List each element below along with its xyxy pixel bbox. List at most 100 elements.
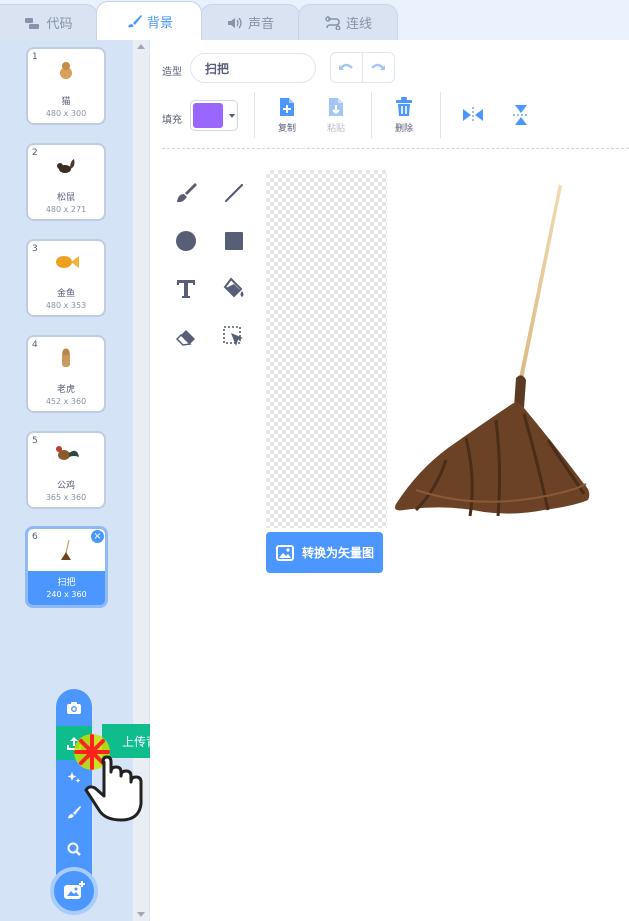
- backdrop-number: 1: [32, 52, 38, 62]
- add-backdrop-icon: [64, 881, 85, 899]
- backdrop-thumbnail: [50, 539, 82, 561]
- line-tool[interactable]: [220, 179, 248, 207]
- paste-button[interactable]: 粘贴: [316, 96, 356, 134]
- fill-color-swatch: [193, 103, 223, 128]
- backdrop-number: 5: [32, 436, 38, 446]
- tab-code[interactable]: 代码: [0, 4, 98, 40]
- tab-code-label: 代码: [46, 17, 73, 32]
- flip-vertical-icon: [513, 105, 529, 125]
- chevron-down-icon: [229, 114, 235, 118]
- backdrop-number: 3: [32, 244, 38, 254]
- scroll-down-arrow-icon[interactable]: [137, 912, 145, 917]
- backdrop-item-6[interactable]: 6 × 扫把 240 x 360: [25, 526, 108, 608]
- backdrop-name: 公鸡: [56, 481, 75, 491]
- eraser-tool[interactable]: [172, 323, 200, 351]
- rectangle-icon: [225, 232, 243, 250]
- delete-label: 删除: [394, 124, 413, 134]
- redo-icon: [371, 63, 386, 70]
- brush-icon: [127, 15, 142, 28]
- flip-horizontal-icon: [463, 107, 483, 123]
- link-icon: [325, 15, 341, 30]
- backdrop-item-4[interactable]: 4 老虎 452 x 360: [26, 335, 106, 413]
- text-icon: [177, 280, 195, 298]
- backdrop-number: 4: [32, 340, 38, 350]
- flip-vertical-button[interactable]: [501, 104, 541, 126]
- backdrop-thumbnail: [50, 443, 82, 465]
- backdrop-item-2[interactable]: 2 松鼠 480 x 271: [26, 143, 106, 221]
- scratch-editor: 代码 声音 连线 背景 1 猫 480 x 300 2 松鼠 480 x 271…: [0, 0, 629, 921]
- choose-backdrop-button[interactable]: [50, 867, 98, 915]
- fill-bucket-icon: [223, 277, 244, 298]
- brush-icon: [177, 183, 197, 203]
- line-icon: [224, 183, 244, 203]
- backdrop-thumbnail: [50, 59, 82, 81]
- circle-tool[interactable]: [172, 227, 200, 255]
- camera-button[interactable]: [56, 691, 92, 725]
- copy-icon: [280, 98, 294, 116]
- backdrop-size: 365 x 360: [45, 493, 87, 502]
- backdrop-number: 2: [32, 148, 38, 158]
- tab-sounds[interactable]: 声音: [200, 4, 300, 40]
- backdrop-number: 6: [32, 532, 38, 542]
- rectangle-tool[interactable]: [220, 227, 248, 255]
- backdrop-size: 480 x 271: [45, 205, 87, 214]
- convert-label: 转换为矢量图: [302, 546, 375, 560]
- backdrop-size: 452 x 360: [45, 397, 87, 406]
- paint-editor: 造型 扫把 填充 复制 粘贴 删除 转换为矢量图: [150, 40, 629, 921]
- image-icon: [276, 544, 294, 561]
- backdrop-item-5[interactable]: 5 公鸡 365 x 360: [26, 431, 106, 509]
- tab-sounds-label: 声音: [247, 17, 274, 32]
- delete-backdrop-icon[interactable]: ×: [91, 530, 104, 543]
- tab-backdrops-label: 背景: [146, 15, 173, 31]
- backdrop-name: 金鱼: [56, 289, 75, 299]
- backdrop-size: 480 x 353: [45, 301, 87, 310]
- copy-button[interactable]: 复制: [267, 96, 307, 134]
- undo-redo-group: [330, 52, 395, 83]
- brush-tool[interactable]: [172, 179, 200, 207]
- paste-icon: [329, 98, 343, 116]
- speaker-icon: [227, 17, 242, 28]
- undo-icon: [339, 63, 354, 70]
- fill-tool[interactable]: [220, 275, 248, 303]
- backdrop-item-3[interactable]: 3 金鱼 480 x 353: [26, 239, 106, 317]
- fill-label: 填充: [162, 115, 182, 126]
- costume-name-input[interactable]: 扫把: [190, 53, 316, 83]
- backdrop-name: 松鼠: [56, 193, 75, 203]
- toolbar-divider: [162, 148, 629, 149]
- backdrop-name: 老虎: [56, 385, 75, 395]
- delete-button[interactable]: 删除: [384, 96, 424, 134]
- backdrop-item-1[interactable]: 1 猫 480 x 300: [26, 47, 106, 125]
- undo-button[interactable]: [331, 53, 363, 82]
- paste-label: 粘贴: [326, 124, 345, 134]
- paint-canvas[interactable]: [266, 170, 629, 528]
- convert-to-vector-button[interactable]: 转换为矢量图: [266, 532, 383, 573]
- backdrop-name: 猫: [61, 97, 71, 107]
- backdrop-thumbnail: [50, 155, 82, 177]
- camera-icon: [67, 702, 81, 714]
- backdrop-name: 扫把: [57, 578, 76, 588]
- copy-label: 复制: [277, 124, 296, 134]
- broom-image: [395, 184, 590, 517]
- backdrop-thumbnail: [50, 347, 82, 369]
- circle-icon: [176, 231, 196, 251]
- scroll-up-arrow-icon[interactable]: [137, 44, 145, 49]
- text-tool[interactable]: [172, 275, 200, 303]
- click-highlight-cursor-icon: [74, 734, 143, 822]
- code-icon: [25, 17, 40, 29]
- search-button[interactable]: [56, 832, 92, 866]
- backdrop-size: 240 x 360: [46, 590, 87, 599]
- select-icon: [223, 326, 243, 346]
- tab-link-label: 连线: [345, 17, 372, 32]
- eraser-icon: [175, 330, 195, 346]
- trash-icon: [396, 97, 412, 116]
- backdrop-thumbnail: [50, 251, 82, 273]
- tab-link[interactable]: 连线: [298, 4, 398, 40]
- tab-backdrops[interactable]: 背景: [96, 1, 202, 40]
- editor-tabs: 代码 声音 连线 背景: [0, 0, 629, 40]
- flip-horizontal-button[interactable]: [453, 104, 493, 126]
- search-icon: [67, 842, 81, 856]
- fill-color-picker[interactable]: [190, 100, 238, 131]
- backdrop-size: 480 x 300: [45, 109, 87, 118]
- select-tool[interactable]: [220, 323, 248, 351]
- redo-button[interactable]: [363, 53, 394, 82]
